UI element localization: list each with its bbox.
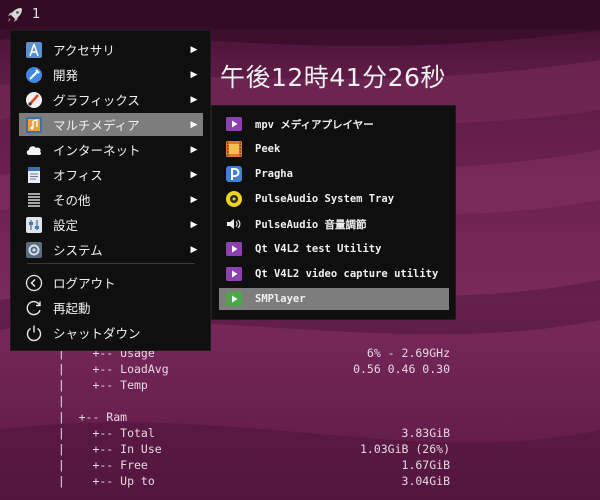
monitor-row: | +-- Up to 3.04GiB [44,473,464,489]
menu-item-label: ログアウト [53,276,116,291]
monitor-label: | +-- Free [44,458,148,472]
monitor-row: | +-- Free 1.67GiB [44,457,464,473]
menu-item-label: 設定 [53,218,79,233]
rocket-icon[interactable] [6,6,24,24]
monitor-row: | +-- In Use 1.03GiB (26%) [44,441,464,457]
submenu-item-pulseaudio-tray[interactable]: PulseAudio System Tray [219,188,449,210]
submenu-arrow-icon: ▶ [190,219,198,230]
menu-item-multimedia[interactable]: マルチメディア ▶ [19,113,203,136]
menu-item-label: システム [53,243,103,258]
internet-icon [26,145,42,155]
menu-item-shutdown[interactable]: シャットダウン [19,321,203,344]
menu-item-label: マルチメディア [53,118,140,133]
pragha-icon [226,166,242,182]
monitor-label: | +-- Temp [44,378,148,392]
monitor-value: 0.56 0.46 0.30 [353,362,450,376]
submenu-arrow-icon: ▶ [190,244,198,255]
play-purple-icon [226,242,242,256]
top-panel: 1 [0,0,600,30]
menu-item-label: インターネット [53,143,141,158]
monitor-value: 6% - 2.69GHz [366,346,450,360]
monitor-row: | +-- LoadAvg 0.56 0.46 0.30 [44,361,464,377]
submenu-item-label: Peek [255,143,281,155]
submenu-arrow-icon: ▶ [190,69,198,80]
menu-item-label: 開発 [53,68,79,83]
menu-item-office[interactable]: オフィス ▶ [19,163,203,186]
submenu-item-mpv[interactable]: mpv メディアプレイヤー [219,113,449,135]
menu-item-other[interactable]: その他 ▶ [19,188,203,211]
speaker-icon [227,219,241,229]
submenu-arrow-icon: ▶ [190,169,198,180]
menu-item-development[interactable]: 開発 ▶ [19,63,203,86]
other-icon [28,192,40,207]
submenu-item-smplayer[interactable]: SMPlayer [219,288,449,310]
system-icon [26,241,42,258]
reboot-icon [26,300,41,315]
monitor-label: | [44,394,65,408]
accessories-icon [26,41,42,58]
menu-item-label: シャットダウン [53,326,141,341]
workspace-indicator[interactable]: 1 [32,7,40,22]
power-icon [26,325,42,341]
system-monitor: | +-- Usage 6% - 2.69GHz | +-- LoadAvg 0.5… [44,345,464,489]
play-purple-icon [226,117,242,131]
menu-item-logout[interactable]: ログアウト [19,271,203,294]
pulseaudio-icon [226,191,242,207]
submenu-arrow-icon: ▶ [190,119,198,130]
submenu-arrow-icon: ▶ [190,194,198,205]
monitor-row: | +-- Ram [44,409,464,425]
monitor-row: | +-- Total 3.83GiB [44,425,464,441]
menu-item-graphics[interactable]: グラフィックス ▶ [19,88,203,111]
submenu-item-qv4l2-capture[interactable]: Qt V4L2 video capture utility [219,263,449,285]
monitor-value: 1.03GiB (26%) [359,442,450,456]
submenu-item-label: mpv メディアプレイヤー [255,118,374,131]
monitor-label: | +-- LoadAvg [44,362,169,376]
submenu-arrow-icon: ▶ [190,94,198,105]
submenu-item-label: PulseAudio 音量調節 [255,218,367,231]
submenu-item-pulseaudio-volume[interactable]: PulseAudio 音量調節 [219,213,449,235]
menu-item-settings[interactable]: 設定 ▶ [19,213,203,236]
monitor-row: | +-- Temp [44,377,464,393]
menu-item-system[interactable]: システム ▶ [19,238,203,261]
submenu-item-label: Qt V4L2 test Utility [255,243,382,255]
submenu-item-label: Pragha [255,168,293,180]
menu-item-reboot[interactable]: 再起動 [19,296,203,319]
development-icon [26,66,42,83]
menu-item-internet[interactable]: インターネット ▶ [19,138,203,161]
menu-item-accessories[interactable]: アクセサリ ▶ [19,38,203,61]
monitor-label: | +-- Ram [44,410,128,424]
monitor-value: 3.83GiB [401,426,450,440]
submenu-item-peek[interactable]: Peek [219,138,449,160]
monitor-label: | +-- Up to [44,474,155,488]
monitor-value: 1.67GiB [401,458,450,472]
submenu-item-label: SMPlayer [255,293,306,305]
menu-item-label: 再起動 [53,301,91,316]
menu-item-label: アクセサリ [53,43,115,58]
multimedia-submenu: mpv メディアプレイヤー Peek Pragha PulseAudio Sys… [211,105,456,320]
monitor-value: 3.04GiB [401,474,450,488]
office-icon [28,166,40,183]
film-icon [226,141,242,157]
application-menu: アクセサリ ▶ 開発 ▶ グラフィックス ▶ マルチメディア ▶ インターネット… [10,30,211,351]
menu-item-label: その他 [53,193,91,208]
smplayer-icon [226,292,242,306]
monitor-row: | [44,393,464,409]
logout-icon [25,274,43,291]
submenu-arrow-icon: ▶ [190,44,198,55]
submenu-item-qv4l2-test[interactable]: Qt V4L2 test Utility [219,238,449,260]
monitor-label: | +-- In Use [44,442,162,456]
desktop-clock: 午後12時41分26秒 [220,63,446,92]
play-purple-icon [226,267,242,281]
submenu-item-label: Qt V4L2 video capture utility [255,268,439,280]
settings-icon [26,216,42,233]
submenu-item-label: PulseAudio System Tray [255,193,395,205]
menu-item-label: オフィス [53,168,103,183]
submenu-item-pragha[interactable]: Pragha [219,163,449,185]
menu-item-label: グラフィックス [53,93,140,108]
menu-separator [27,263,195,264]
submenu-arrow-icon: ▶ [190,144,198,155]
monitor-label: | +-- Total [44,426,155,440]
graphics-icon [26,91,42,108]
multimedia-icon [26,116,42,133]
